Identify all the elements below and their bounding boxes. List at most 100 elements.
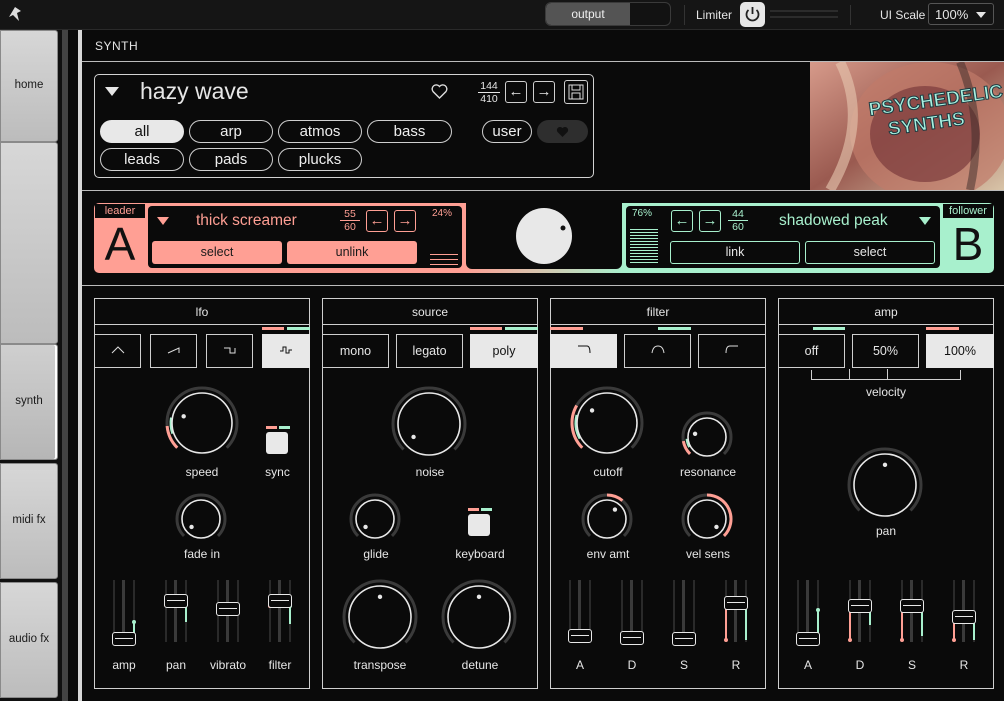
- layer-a-next-button[interactable]: →: [394, 210, 416, 232]
- filter-arp[interactable]: arp: [189, 120, 273, 143]
- knob-pointer: [363, 524, 368, 530]
- amp-a-slider[interactable]: [792, 578, 824, 646]
- layer-a-unlink-button[interactable]: unlink: [287, 241, 417, 264]
- slider-handle[interactable]: [620, 631, 644, 645]
- nav-midi-fx[interactable]: midi fx: [0, 463, 58, 579]
- slider-handle[interactable]: [952, 610, 976, 624]
- amp-velocity-off[interactable]: off: [778, 334, 845, 368]
- lfo-pan-slider[interactable]: [160, 578, 192, 646]
- slider-handle[interactable]: [900, 599, 924, 613]
- source-title: source: [323, 299, 537, 325]
- slider-track: [174, 580, 177, 642]
- filter-r-slider[interactable]: [720, 578, 752, 646]
- layer-b-dropdown-icon[interactable]: [919, 217, 931, 225]
- vel-sens-knob[interactable]: [679, 491, 735, 547]
- fade-in-label: fade in: [183, 547, 221, 561]
- filter-lowpass[interactable]: [550, 334, 617, 368]
- lfo-amp-slider[interactable]: [108, 578, 140, 646]
- layer-a-index: 55: [344, 208, 356, 220]
- filter-s-slider[interactable]: [668, 578, 700, 646]
- nav-synth-label: synth: [15, 395, 43, 407]
- filter-bass[interactable]: bass: [367, 120, 452, 143]
- noise-label: noise: [415, 465, 445, 479]
- source-mono[interactable]: mono: [322, 334, 389, 368]
- cutoff-knob[interactable]: [568, 384, 646, 462]
- slider-handle[interactable]: [848, 599, 872, 613]
- layer-b-preset-name[interactable]: shadowed peak: [779, 212, 888, 230]
- filter-pads[interactable]: pads: [189, 148, 273, 171]
- divider: [82, 285, 1004, 286]
- env-amt-knob[interactable]: [579, 491, 635, 547]
- slider-handle[interactable]: [216, 602, 240, 616]
- layer-b-select-button[interactable]: select: [805, 241, 935, 264]
- keyboard-toggle[interactable]: [468, 514, 490, 536]
- filter-favorites[interactable]: [537, 120, 588, 143]
- nav-audio-fx[interactable]: audio fx: [0, 582, 58, 698]
- layer-b-link-button[interactable]: link: [670, 241, 800, 264]
- noise-knob[interactable]: [389, 384, 469, 464]
- layer-a-preset-name[interactable]: thick screamer: [196, 212, 297, 230]
- preset-dropdown-icon[interactable]: [105, 87, 119, 96]
- divider: [82, 190, 1004, 191]
- lfo-wave-square[interactable]: [206, 334, 253, 368]
- transpose-knob[interactable]: [340, 577, 420, 657]
- env-amt-label: env amt: [586, 547, 630, 561]
- preset-prev-button[interactable]: ←: [505, 81, 527, 103]
- slider-handle[interactable]: [796, 632, 820, 646]
- detune-knob[interactable]: [439, 577, 519, 657]
- amp-pan-knob[interactable]: [845, 445, 925, 525]
- resonance-knob[interactable]: [679, 409, 735, 465]
- layer-b-next-button[interactable]: →: [699, 210, 721, 232]
- layer-a-prev-button[interactable]: ←: [366, 210, 388, 232]
- filter-all[interactable]: all: [100, 120, 184, 143]
- lfo-wave-saw[interactable]: [150, 334, 197, 368]
- amp-velocity-100[interactable]: 100%: [926, 334, 994, 368]
- output-toggle[interactable]: output: [545, 2, 671, 26]
- preset-name[interactable]: hazy wave: [140, 78, 249, 105]
- lfo-wave-random[interactable]: [262, 334, 310, 368]
- layer-b-level-meter: [630, 229, 658, 265]
- layer-a-dot: [900, 638, 904, 642]
- source-legato[interactable]: legato: [396, 334, 463, 368]
- slider-handle[interactable]: [724, 596, 748, 610]
- source-poly[interactable]: poly: [470, 334, 538, 368]
- filter-user[interactable]: user: [482, 120, 532, 143]
- lfo-vibrato-slider[interactable]: [212, 578, 244, 646]
- filter-d-slider[interactable]: [616, 578, 648, 646]
- layer-a-dropdown-icon[interactable]: [157, 217, 169, 225]
- lfo-fade-in-knob[interactable]: [173, 491, 229, 547]
- preset-next-button[interactable]: →: [533, 81, 555, 103]
- nav-synth[interactable]: synth: [0, 344, 58, 460]
- amp-velocity-50[interactable]: 50%: [852, 334, 919, 368]
- limiter-power-button[interactable]: [740, 2, 765, 27]
- slider-handle[interactable]: [112, 632, 136, 646]
- layer-mix-knob[interactable]: [515, 207, 573, 265]
- filter-atmos[interactable]: atmos: [278, 120, 362, 143]
- filter-a-slider[interactable]: [564, 578, 596, 646]
- amp-d-slider[interactable]: [844, 578, 876, 646]
- lfo-speed-knob[interactable]: [163, 384, 241, 462]
- filter-bandpass[interactable]: [624, 334, 691, 368]
- layer-b-prev-button[interactable]: ←: [671, 210, 693, 232]
- preset-save-button[interactable]: [564, 80, 588, 104]
- layer-a-select-button[interactable]: select: [152, 241, 282, 264]
- lfo-filter-slider[interactable]: [264, 578, 296, 646]
- arrow-left-icon: ←: [369, 212, 385, 229]
- slider-handle-line: [571, 635, 589, 636]
- heart-icon[interactable]: [431, 84, 448, 99]
- slider-handle[interactable]: [672, 632, 696, 646]
- filter-leads[interactable]: leads: [100, 148, 184, 171]
- lfo-wave-sine[interactable]: [94, 334, 141, 368]
- nav-home[interactable]: home: [0, 30, 58, 142]
- glide-knob[interactable]: [347, 491, 403, 547]
- lfo-sync-toggle[interactable]: [266, 432, 288, 454]
- amp-s-slider[interactable]: [896, 578, 928, 646]
- slider-handle[interactable]: [568, 629, 592, 643]
- slider-handle[interactable]: [268, 594, 292, 608]
- filter-plucks[interactable]: plucks: [278, 148, 362, 171]
- slider-handle[interactable]: [164, 594, 188, 608]
- heart-icon: [556, 126, 569, 137]
- amp-r-slider[interactable]: [948, 578, 980, 646]
- ui-scale-select[interactable]: 100%: [928, 3, 994, 25]
- filter-highpass[interactable]: [698, 334, 766, 368]
